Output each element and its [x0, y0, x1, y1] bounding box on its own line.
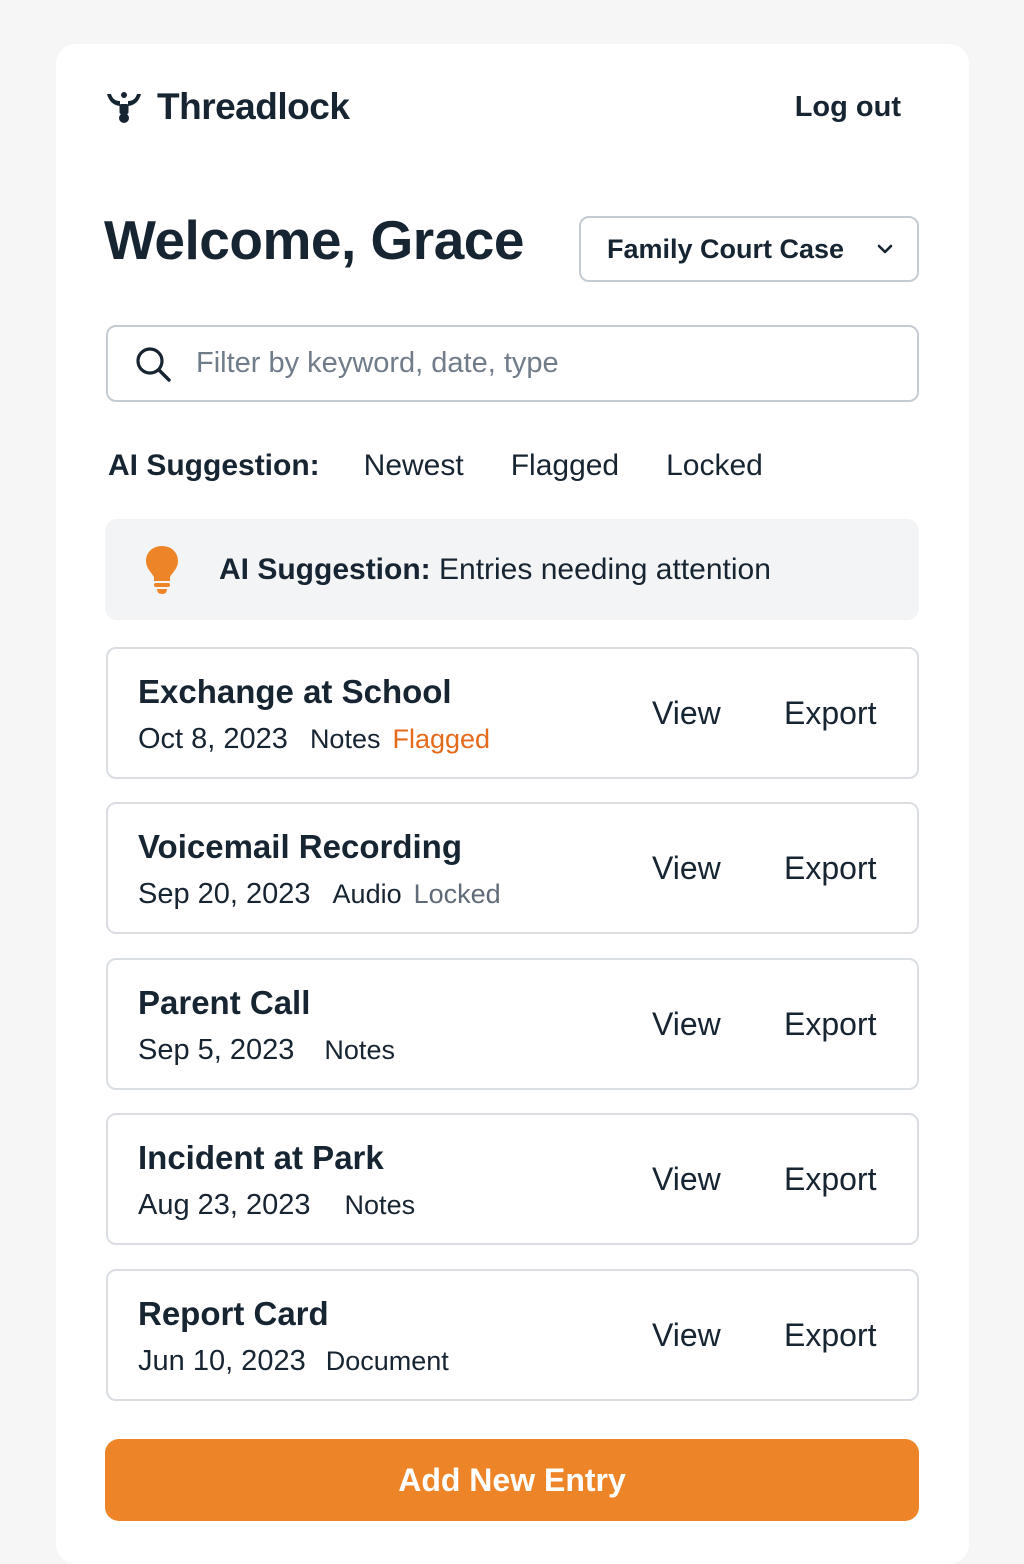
chevron-down-icon — [877, 244, 893, 254]
entry-date: Sep 20, 2023 — [138, 878, 311, 910]
entry-meta: Oct 8, 2023 Notes Flagged — [138, 723, 490, 756]
add-new-entry-button[interactable]: Add New Entry — [105, 1439, 919, 1521]
entry-date: Oct 8, 2023 — [138, 723, 288, 755]
view-button[interactable]: View — [652, 850, 721, 887]
entry-card[interactable]: Exchange at School Oct 8, 2023 Notes Fla… — [106, 647, 919, 779]
filter-chips: AI Suggestion: Newest Flagged Locked — [108, 446, 810, 486]
flagged-tag: Flagged — [392, 724, 491, 754]
entry-title: Voicemail Recording — [138, 828, 462, 865]
export-button[interactable]: Export — [784, 1161, 876, 1198]
view-button[interactable]: View — [652, 1317, 721, 1354]
export-button[interactable]: Export — [784, 695, 876, 732]
filter-chip-newest[interactable]: Newest — [364, 449, 464, 483]
banner-text: Entries needing attention — [439, 552, 771, 586]
banner-message: AI Suggestion: Entries needing attention — [219, 553, 771, 587]
entry-title: Incident at Park — [138, 1139, 384, 1176]
locked-tag: Locked — [413, 879, 501, 909]
case-selector-value: Family Court Case — [607, 233, 845, 264]
export-button[interactable]: Export — [784, 1317, 876, 1354]
entry-date: Aug 23, 2023 — [138, 1189, 311, 1221]
view-button[interactable]: View — [652, 695, 721, 732]
entry-card[interactable]: Voicemail Recording Sep 20, 2023 Audio L… — [106, 802, 919, 934]
entry-title: Parent Call — [138, 984, 311, 1021]
export-button[interactable]: Export — [784, 1006, 876, 1043]
entry-meta: Jun 10, 2023 Document — [138, 1345, 461, 1378]
view-button[interactable]: View — [652, 1161, 721, 1198]
entry-date: Jun 10, 2023 — [138, 1345, 306, 1377]
lightbulb-icon — [146, 545, 178, 594]
entry-type: Notes — [344, 1190, 416, 1220]
entry-type: Audio — [332, 879, 402, 909]
search-bar — [106, 325, 919, 402]
filter-chip-locked[interactable]: Locked — [666, 449, 763, 483]
entry-title: Report Card — [138, 1295, 329, 1332]
brand-name: Threadlock — [157, 86, 350, 127]
brand[interactable]: Threadlock — [105, 86, 350, 128]
entry-date: Sep 5, 2023 — [138, 1034, 295, 1066]
entry-title: Exchange at School — [138, 673, 452, 710]
entry-card[interactable]: Report Card Jun 10, 2023 Document View E… — [106, 1269, 919, 1401]
filter-chip-flagged[interactable]: Flagged — [511, 449, 619, 483]
banner-label: AI Suggestion: — [219, 552, 431, 586]
logout-link[interactable]: Log out — [795, 91, 901, 124]
entry-type: Document — [325, 1346, 449, 1376]
entry-card[interactable]: Incident at Park Aug 23, 2023 Notes View… — [106, 1113, 919, 1245]
export-button[interactable]: Export — [784, 850, 876, 887]
view-button[interactable]: View — [652, 1006, 721, 1043]
page-title: Welcome, Grace — [104, 209, 524, 271]
case-selector[interactable]: Family Court Case — [579, 216, 919, 282]
ai-suggestion-banner[interactable]: AI Suggestion: Entries needing attention — [105, 519, 919, 620]
filter-label: AI Suggestion: — [108, 449, 320, 482]
entry-card[interactable]: Parent Call Sep 5, 2023 Notes View Expor… — [106, 958, 919, 1090]
entry-meta: Aug 23, 2023 Notes — [138, 1189, 427, 1222]
search-input[interactable] — [196, 347, 917, 380]
search-icon — [136, 346, 171, 382]
entry-meta: Sep 5, 2023 Notes — [138, 1034, 407, 1067]
entry-meta: Sep 20, 2023 Audio Locked — [138, 878, 501, 911]
entry-type: Notes — [309, 724, 381, 754]
threadlock-logo-icon — [107, 92, 141, 123]
app-header: Threadlock Log out — [105, 84, 901, 130]
entry-type: Notes — [324, 1035, 395, 1065]
